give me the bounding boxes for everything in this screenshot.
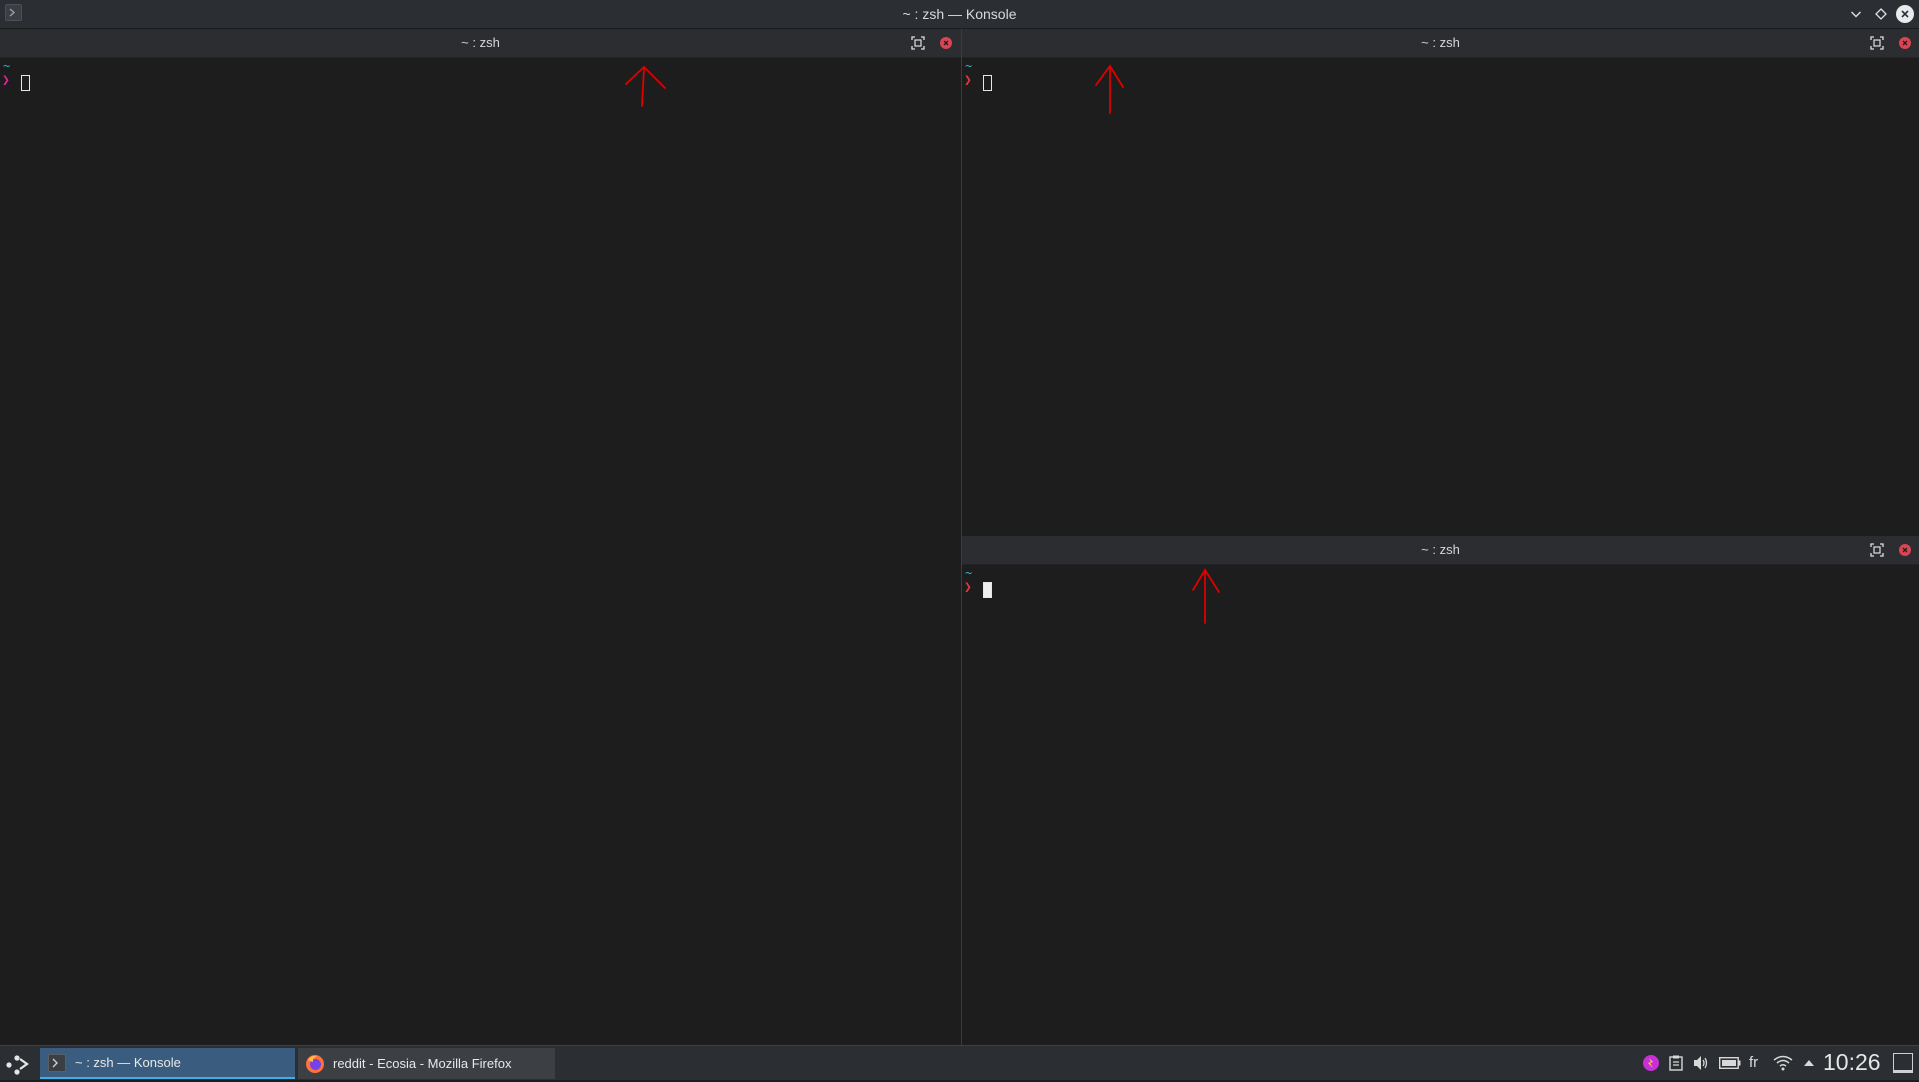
terminal-pane-bottom-right[interactable]: ~ : zsh ~ ❯ bbox=[962, 536, 1919, 1045]
terminal-cursor bbox=[21, 75, 30, 91]
volume-icon[interactable] bbox=[1692, 1054, 1710, 1072]
maximize-pane-icon[interactable] bbox=[1869, 542, 1885, 558]
close-pane-button[interactable] bbox=[1899, 544, 1911, 556]
diamond-icon bbox=[1875, 8, 1887, 20]
terminal-cursor bbox=[983, 75, 992, 91]
pane-title: ~ : zsh bbox=[1421, 35, 1460, 50]
close-icon bbox=[1902, 40, 1908, 46]
keyboard-layout-indicator[interactable]: fr bbox=[1749, 1054, 1758, 1071]
window-title: ~ : zsh — Konsole bbox=[902, 6, 1017, 22]
terminal-cursor bbox=[983, 582, 992, 598]
close-pane-button[interactable] bbox=[1899, 37, 1911, 49]
chevron-down-icon bbox=[1851, 11, 1861, 18]
close-pane-button[interactable] bbox=[940, 37, 952, 49]
red-arrow-annotation bbox=[1095, 64, 1124, 114]
keep-above-button[interactable] bbox=[1872, 5, 1890, 23]
close-icon bbox=[1901, 10, 1909, 18]
pane-header[interactable]: ~ : zsh bbox=[962, 536, 1919, 565]
wifi-icon[interactable] bbox=[1772, 1054, 1794, 1072]
maximize-pane-icon[interactable] bbox=[1869, 35, 1885, 51]
show-desktop-button[interactable] bbox=[1893, 1053, 1913, 1073]
minimize-button[interactable] bbox=[1847, 5, 1865, 23]
window-close-button[interactable] bbox=[1896, 5, 1914, 23]
terminal-output[interactable]: ~ ❯ bbox=[0, 57, 961, 1045]
maximize-pane-icon[interactable] bbox=[910, 35, 926, 51]
battery-icon[interactable] bbox=[1718, 1054, 1742, 1072]
cwd-label: ~ bbox=[3, 59, 11, 73]
pane-header[interactable]: ~ : zsh bbox=[0, 29, 961, 58]
cwd-label: ~ bbox=[965, 566, 973, 580]
terminal-output[interactable]: ~ ❯ bbox=[962, 564, 1919, 1045]
prompt-symbol: ❯ bbox=[964, 73, 972, 88]
system-tray: fr 10:26 bbox=[0, 1046, 1919, 1080]
window-titlebar[interactable]: ~ : zsh — Konsole bbox=[0, 0, 1919, 29]
pane-title: ~ : zsh bbox=[1421, 542, 1460, 557]
terminal-pane-left[interactable]: ~ : zsh ~ ❯ bbox=[0, 29, 961, 1045]
caret-up-icon[interactable] bbox=[1800, 1054, 1818, 1072]
red-arrow-annotation bbox=[625, 65, 666, 107]
pane-header[interactable]: ~ : zsh bbox=[962, 29, 1919, 58]
prompt-symbol: ❯ bbox=[2, 73, 10, 88]
pane-title: ~ : zsh bbox=[461, 35, 500, 50]
clipboard-icon[interactable] bbox=[1667, 1054, 1685, 1072]
terminal-output[interactable]: ~ ❯ bbox=[962, 57, 1919, 536]
digital-clock[interactable]: 10:26 bbox=[1823, 1049, 1881, 1076]
red-arrow-annotation bbox=[1192, 568, 1220, 624]
prompt-symbol: ❯ bbox=[964, 580, 972, 595]
app-tray-icon[interactable] bbox=[1642, 1054, 1660, 1072]
taskbar: ~ : zsh — Konsole reddit - Ecosia - Mozi… bbox=[0, 1045, 1919, 1080]
close-icon bbox=[1902, 547, 1908, 553]
cwd-label: ~ bbox=[965, 59, 973, 73]
close-icon bbox=[943, 40, 949, 46]
